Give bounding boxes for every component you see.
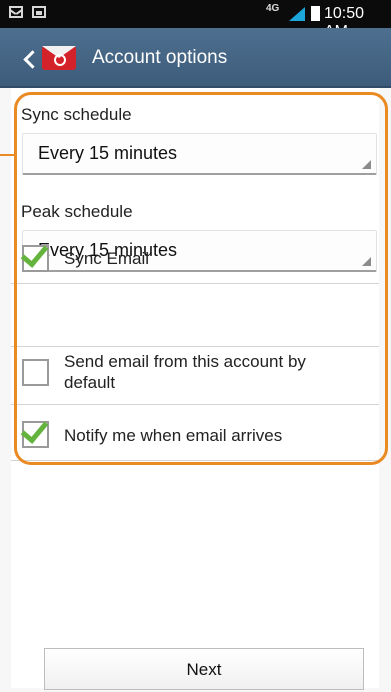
battery-icon — [311, 6, 320, 21]
page-title: Account options — [92, 47, 228, 68]
next-button[interactable]: Next — [44, 648, 364, 690]
highlight-outline — [14, 92, 388, 465]
callout-line — [0, 154, 14, 156]
network-type: 4G — [266, 3, 280, 14]
signal-icon — [289, 7, 305, 21]
image-notification-icon — [32, 6, 46, 18]
back-chevron-icon[interactable] — [23, 50, 42, 69]
email-notification-icon — [9, 6, 23, 18]
email-app-icon[interactable] — [42, 46, 76, 70]
action-bar: Account options — [0, 28, 391, 88]
status-bar: 4G 10:50 AM — [0, 0, 391, 40]
